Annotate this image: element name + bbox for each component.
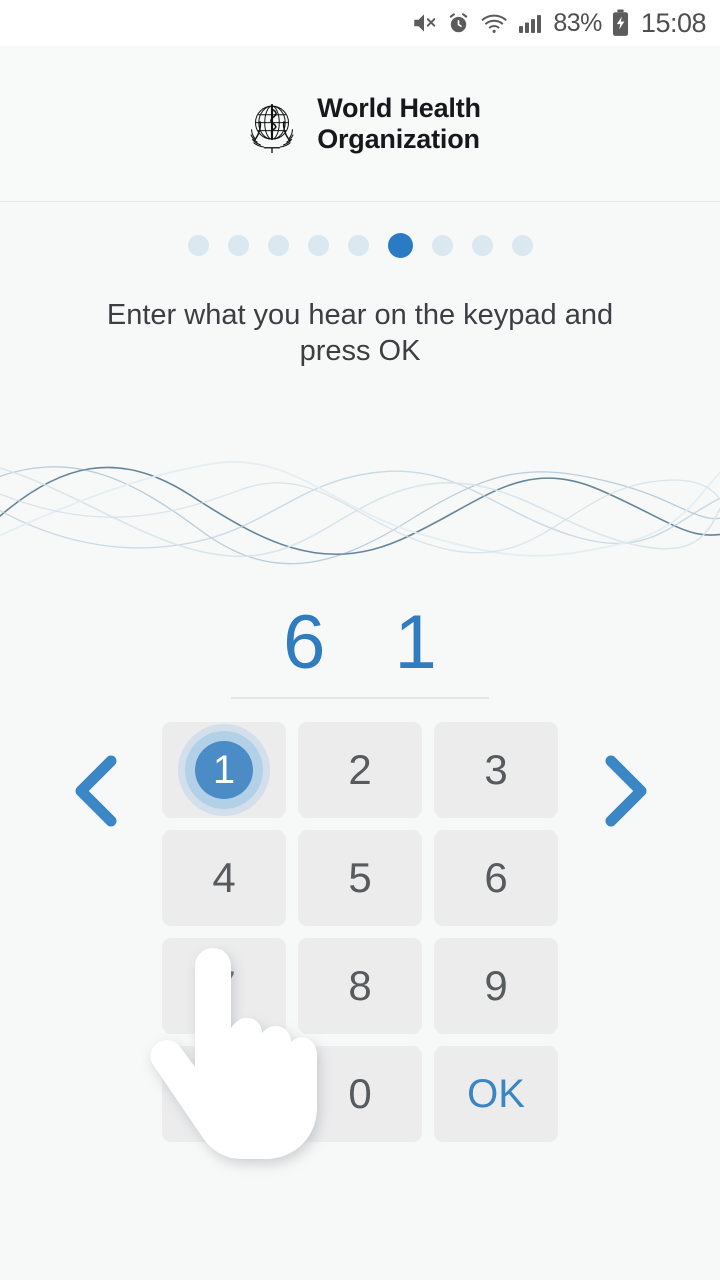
keypad-key-label: 3 xyxy=(484,746,508,793)
next-button[interactable] xyxy=(582,738,668,848)
prev-button[interactable] xyxy=(52,738,138,848)
keypad-key-label: 5 xyxy=(348,854,372,901)
keypad-key-label: 8 xyxy=(348,962,372,1009)
battery-percent-label: 83% xyxy=(553,8,602,37)
chevron-left-icon xyxy=(69,754,121,833)
keypad-key-label: 1 xyxy=(212,747,236,792)
progress-dot xyxy=(307,234,329,256)
progress-dot xyxy=(471,234,493,256)
keypad-key-blank xyxy=(162,1046,286,1142)
who-title-line1: World Health xyxy=(317,93,481,124)
keypad-key-9[interactable]: 9 xyxy=(434,938,558,1034)
alarm-icon xyxy=(446,11,471,36)
keypad-key-label: 9 xyxy=(484,962,508,1009)
progress-dot xyxy=(431,234,453,256)
keypad-key-ok[interactable]: OK xyxy=(434,1046,558,1142)
keypad-key-label: 7 xyxy=(212,962,236,1009)
keypad-key-label: OK xyxy=(467,1071,525,1116)
keypad-key-2[interactable]: 2 xyxy=(298,722,422,818)
mute-icon xyxy=(411,10,437,36)
who-emblem-icon xyxy=(239,91,305,157)
dot-arc-graphic xyxy=(0,1150,720,1280)
keypad-key-0[interactable]: 0 xyxy=(298,1046,422,1142)
wifi-icon xyxy=(480,11,509,35)
battery-charging-icon xyxy=(611,9,630,37)
keypad-key-label: 0 xyxy=(348,1070,372,1117)
status-bar: 83% 15:08 xyxy=(0,0,720,46)
progress-dot xyxy=(227,234,249,256)
keypad-key-5[interactable]: 5 xyxy=(298,830,422,926)
app-header: World Health Organization xyxy=(0,46,720,202)
progress-dots xyxy=(0,230,720,260)
keypad-key-label: 2 xyxy=(348,746,372,793)
keypad-key-8[interactable]: 8 xyxy=(298,938,422,1034)
status-clock: 15:08 xyxy=(640,7,707,38)
progress-dot xyxy=(187,234,209,256)
progress-dot xyxy=(267,234,289,256)
numeric-keypad[interactable]: 1 2 3 4 5 6 7 8 9 0 OK xyxy=(162,722,558,1142)
who-title: World Health Organization xyxy=(317,93,481,153)
keypad-key-label: 4 xyxy=(212,854,236,901)
signal-icon xyxy=(518,11,544,35)
entered-code: 6 1 xyxy=(0,600,720,700)
progress-dot xyxy=(511,234,533,256)
keypad-key-label: 6 xyxy=(484,854,508,901)
keypad-key-4[interactable]: 4 xyxy=(162,830,286,926)
keypad-key-6[interactable]: 6 xyxy=(434,830,558,926)
chevron-right-icon xyxy=(599,754,651,833)
sound-wave-graphic xyxy=(0,420,720,580)
keypad-area: 1 2 3 4 5 6 7 8 9 0 OK xyxy=(0,722,720,1142)
progress-dot-active xyxy=(387,232,413,258)
entered-code-value: 6 1 xyxy=(283,600,461,685)
who-logo: World Health Organization xyxy=(239,91,481,157)
keypad-key-3[interactable]: 3 xyxy=(434,722,558,818)
keypad-key-7[interactable]: 7 xyxy=(162,938,286,1034)
entered-code-underline xyxy=(231,697,489,700)
instruction-text: Enter what you hear on the keypad and pr… xyxy=(106,299,614,367)
keypad-key-1[interactable]: 1 xyxy=(162,722,286,818)
who-title-line2: Organization xyxy=(317,123,480,154)
progress-dot xyxy=(347,234,369,256)
